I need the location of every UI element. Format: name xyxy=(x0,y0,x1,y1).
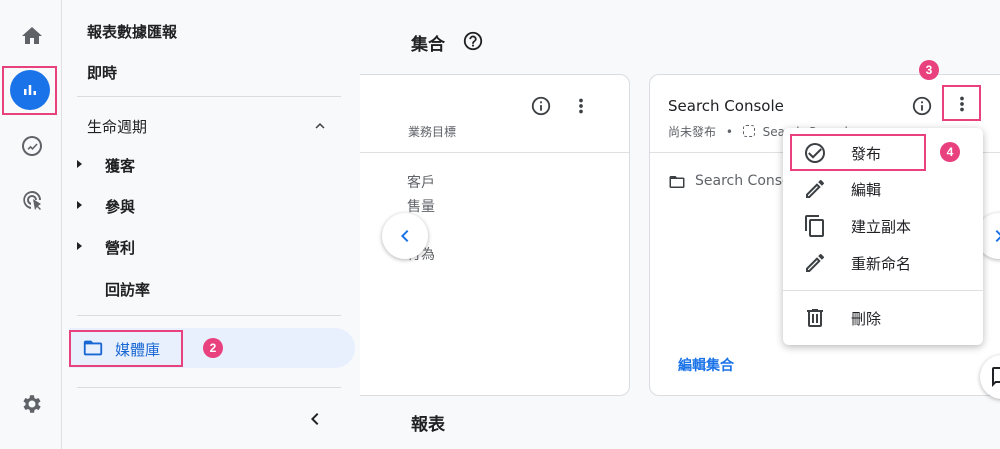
collapse-chevron-icon[interactable] xyxy=(303,407,327,431)
menu-item-rename[interactable]: 重新命名 xyxy=(783,245,983,281)
nav-reports-snapshot[interactable]: 報表數據匯報 xyxy=(87,21,177,42)
card-title: Search Console xyxy=(668,97,784,115)
library-highlight-box xyxy=(69,330,183,367)
publish-highlight-box xyxy=(790,134,926,171)
reports-title: 報表 xyxy=(411,415,445,435)
feedback-icon xyxy=(992,367,1000,387)
nav-engagement[interactable]: 參與 xyxy=(105,196,135,217)
nav-acquisition[interactable]: 獲客 xyxy=(105,155,135,176)
card-left-subtitle: 業務目標 xyxy=(408,125,457,139)
reports-nav-panel: 報表數據匯報 即時 生命週期 獲客 參與 營利 回訪率 媒體庫 xyxy=(63,0,360,449)
menu-label-rename: 重新命名 xyxy=(851,255,912,273)
carousel-prev-button[interactable] xyxy=(382,213,428,259)
collections-title: 集合 xyxy=(411,35,445,55)
nav-divider xyxy=(77,387,341,388)
nav-divider xyxy=(77,96,341,97)
expand-arrow-icon[interactable] xyxy=(77,201,82,209)
folder-icon xyxy=(668,173,686,191)
menu-label-edit: 編輯 xyxy=(851,181,882,199)
menu-label-duplicate: 建立副本 xyxy=(851,218,912,236)
menu-item-edit[interactable]: 編輯 xyxy=(783,171,983,207)
card-left-line: 客戶 xyxy=(407,175,435,191)
menu-item-duplicate[interactable]: 建立副本 xyxy=(783,208,983,244)
trash-icon xyxy=(803,306,827,330)
more-vert-icon[interactable] xyxy=(569,94,593,118)
menu-label-delete: 刪除 xyxy=(851,310,882,328)
copy-icon xyxy=(803,214,827,238)
reports-icon[interactable] xyxy=(10,70,50,110)
pencil-icon xyxy=(803,177,827,201)
edit-collection-link[interactable]: 編輯集合 xyxy=(678,355,734,375)
chevron-left-icon xyxy=(401,230,409,242)
chevron-right-icon xyxy=(995,230,1000,242)
icon-rail xyxy=(0,0,62,449)
menu-divider xyxy=(783,290,983,291)
nav-lifecycle[interactable]: 生命週期 xyxy=(87,116,147,137)
advertising-icon[interactable] xyxy=(12,180,52,220)
menu-item-delete[interactable]: 刪除 xyxy=(783,300,983,336)
expand-arrow-icon[interactable] xyxy=(77,160,82,168)
nav-realtime[interactable]: 即時 xyxy=(87,62,117,83)
home-icon[interactable] xyxy=(12,16,52,56)
step-badge-4: 4 xyxy=(940,142,960,162)
step-badge-3: 3 xyxy=(919,60,939,80)
nav-retention[interactable]: 回訪率 xyxy=(105,279,150,300)
card-divider xyxy=(360,152,629,153)
nav-divider xyxy=(77,315,341,316)
info-icon[interactable] xyxy=(910,94,934,118)
integration-icon xyxy=(742,125,755,137)
separator-dot: • xyxy=(725,125,733,139)
nav-monetization[interactable]: 營利 xyxy=(105,237,135,258)
chevron-up-icon[interactable] xyxy=(311,117,329,131)
more-vert-icon[interactable] xyxy=(950,92,974,116)
explore-icon[interactable] xyxy=(12,126,52,166)
step-badge-2: 2 xyxy=(203,338,223,358)
info-icon[interactable] xyxy=(529,94,553,118)
pencil-icon xyxy=(803,251,827,275)
expand-arrow-icon[interactable] xyxy=(77,242,82,250)
status-text: 尚未發布 xyxy=(668,125,717,139)
help-icon[interactable] xyxy=(462,30,484,52)
settings-icon[interactable] xyxy=(12,384,52,424)
